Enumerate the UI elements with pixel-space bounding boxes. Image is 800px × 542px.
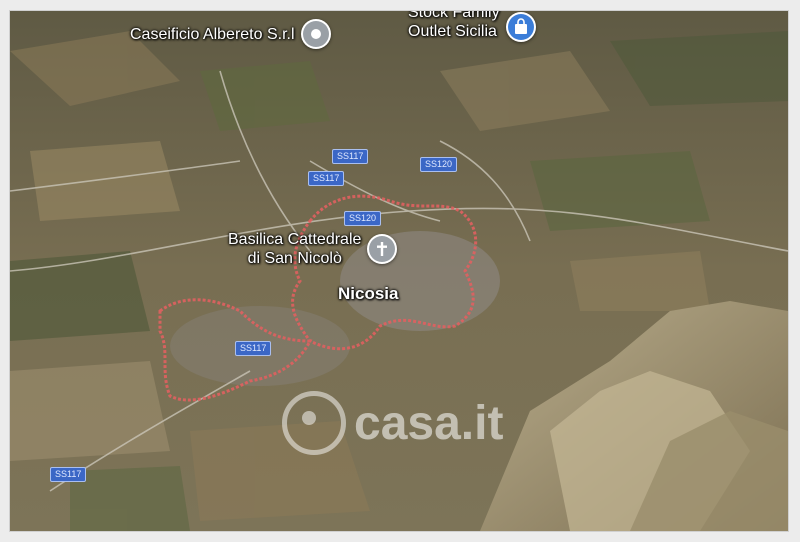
shopping-bag-icon xyxy=(505,12,536,42)
poi-label: Caseificio Albereto S.r.l xyxy=(130,25,295,43)
poi-caseificio-albereto[interactable]: Caseificio Albereto S.r.l xyxy=(130,19,331,49)
poi-label-line1: Stock Family xyxy=(408,11,500,21)
poi-label-line1: Basilica Cattedrale xyxy=(228,231,362,248)
poi-label-line2: di San Nicolò xyxy=(247,250,342,267)
cross-icon xyxy=(367,234,398,264)
city-label: Nicosia xyxy=(338,284,399,303)
casa-logo-icon xyxy=(282,391,346,455)
poi-label-line2: Outlet Sicilia xyxy=(408,23,497,40)
poi-label: Basilica Cattedrale di San Nicolò xyxy=(228,230,361,268)
poi-outlet-sicilia[interactable]: Stock Family Outlet Sicilia xyxy=(408,11,536,42)
poi-basilica-san-nicolo[interactable]: Basilica Cattedrale di San Nicolò xyxy=(228,230,398,268)
map-viewport[interactable]: SS117 SS120 SS117 SS120 SS117 SS117 Case… xyxy=(10,11,788,531)
watermark-text: casa.it xyxy=(354,396,504,450)
road-shield: SS117 xyxy=(50,467,87,482)
road-shield: SS117 xyxy=(332,149,369,164)
road-shield: SS120 xyxy=(344,211,382,226)
location-pin-icon xyxy=(300,19,331,49)
poi-label: Stock Family Outlet Sicilia xyxy=(408,11,500,41)
road-shield: SS117 xyxy=(235,341,272,356)
road-shield: SS117 xyxy=(308,171,345,186)
road-shield: SS120 xyxy=(420,157,458,172)
casa-it-watermark: casa.it xyxy=(282,391,503,455)
